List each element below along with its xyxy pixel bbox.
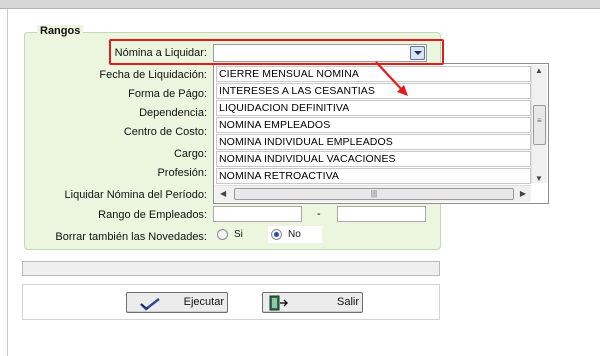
cargo-label: Cargo: xyxy=(173,148,207,160)
scroll-up-icon[interactable]: ▲ xyxy=(535,66,543,75)
top-toolbar-strip xyxy=(0,0,600,9)
dependencia-label: Dependencia: xyxy=(139,107,207,119)
borrar-si-radio[interactable] xyxy=(217,229,228,240)
vertical-scrollbar[interactable]: ▲ ≡ ▼ xyxy=(531,65,547,183)
borrar-no-radio[interactable] xyxy=(271,229,282,240)
salir-button[interactable]: Salir xyxy=(262,292,363,313)
rangos-group-title: Rangos xyxy=(37,25,84,37)
exit-door-icon xyxy=(269,295,288,311)
range-separator: - xyxy=(317,208,321,220)
horizontal-scroll-thumb[interactable]: ||| xyxy=(234,188,514,200)
check-arrow-icon xyxy=(140,298,160,311)
button-panel xyxy=(22,284,440,320)
salir-label: Salir xyxy=(336,296,359,308)
borrar-novedades-label: Borrar también las Novedades: xyxy=(55,231,207,243)
scroll-right-icon[interactable]: ▶ xyxy=(520,189,526,198)
forma-pago-label: Forma de Págo: xyxy=(128,88,207,100)
rango-hasta-input[interactable] xyxy=(337,206,426,222)
fecha-label: Fecha de Liquidación: xyxy=(99,69,207,81)
profesion-label: Profesión: xyxy=(157,167,207,179)
scroll-left-icon[interactable]: ◀ xyxy=(220,189,226,198)
list-item[interactable]: NOMINA EMPLEADOS xyxy=(216,117,531,133)
periodo-label: Liquidar Nómina del Período: xyxy=(64,189,207,201)
borrar-no-label: No xyxy=(288,229,301,240)
ejecutar-button[interactable]: Ejecutar xyxy=(126,292,228,313)
vertical-scroll-thumb[interactable]: ≡ xyxy=(533,105,546,145)
list-item[interactable]: NOMINA INDIVIDUAL VACACIONES xyxy=(216,151,531,167)
list-item[interactable]: NOMINA RETROACTIVA xyxy=(216,168,531,184)
list-item[interactable]: LIQUIDACION DEFINITIVA xyxy=(216,100,531,116)
list-item[interactable]: NOMINA INDIVIDUAL EMPLEADOS xyxy=(216,134,531,150)
borrar-si-label: Si xyxy=(234,229,243,240)
rango-desde-input[interactable] xyxy=(213,206,302,222)
progress-bar xyxy=(22,261,440,276)
horizontal-scrollbar[interactable]: ◀ ||| ▶ xyxy=(215,185,531,202)
rango-empleados-label: Rango de Empleados: xyxy=(98,209,207,221)
annotation-arrow-icon xyxy=(375,61,408,96)
left-border xyxy=(7,9,8,356)
scroll-down-icon[interactable]: ▼ xyxy=(535,174,543,183)
ejecutar-label: Ejecutar xyxy=(183,296,224,308)
centro-costo-label: Centro de Costo: xyxy=(123,126,207,138)
